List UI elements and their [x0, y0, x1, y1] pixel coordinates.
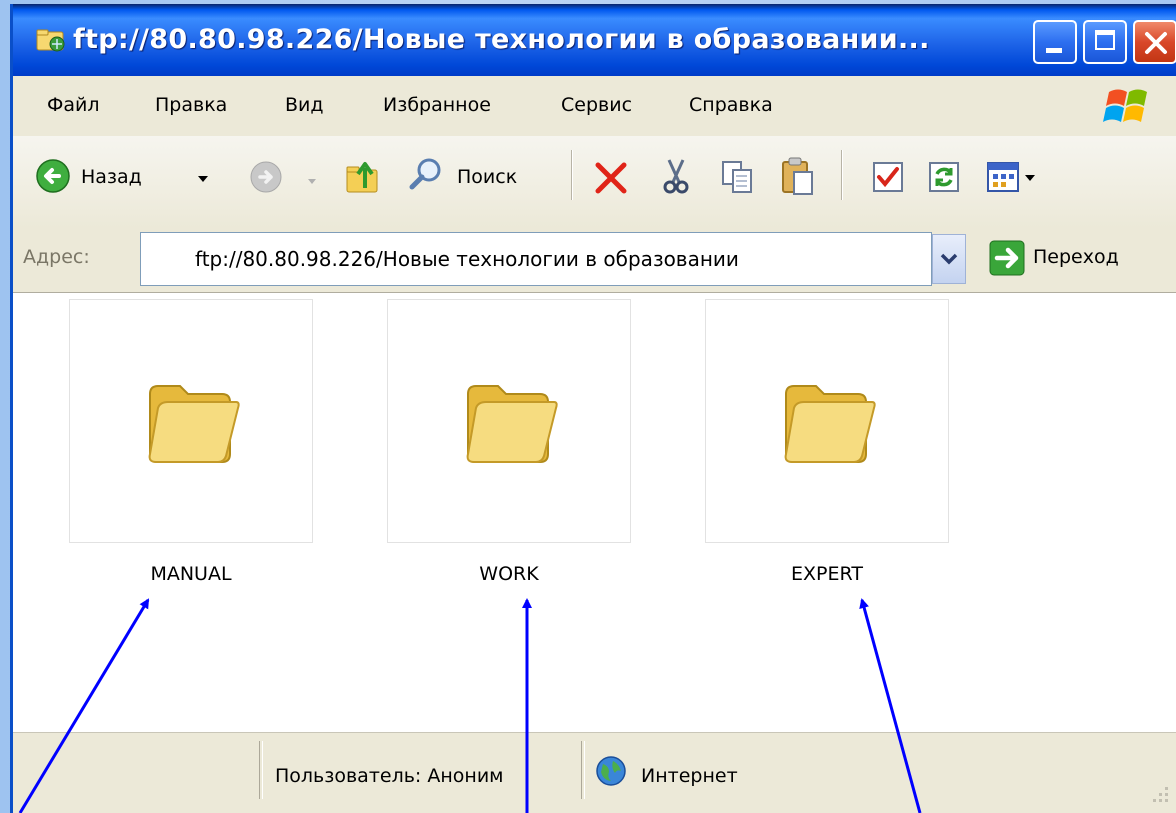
toolbar-separator — [571, 150, 573, 200]
cut-icon — [663, 159, 689, 194]
search-icon — [409, 158, 441, 190]
menu-bar: Файл Правка Вид Избранное Сервис Справка — [13, 76, 1176, 137]
folder-icon — [466, 385, 558, 463]
close-button[interactable] — [1133, 20, 1176, 64]
address-bar: Адрес: ftp://80.80.98.226/Новые технолог… — [13, 228, 1176, 293]
folder-view: MANUAL WORK EXPERT — [13, 293, 1176, 732]
status-bar: Пользователь: Аноним Интернет — [13, 732, 1176, 813]
menu-favorites[interactable]: Избранное — [383, 94, 491, 116]
menu-view[interactable]: Вид — [285, 94, 324, 116]
globe-icon — [596, 756, 626, 786]
status-zone: Интернет — [641, 765, 738, 787]
refresh-button[interactable] — [927, 160, 961, 198]
folder-icon — [784, 385, 876, 463]
minimize-icon — [1046, 48, 1062, 53]
maximize-icon — [1095, 30, 1115, 50]
properties-icon — [873, 162, 903, 192]
properties-button[interactable] — [871, 160, 905, 198]
delete-button[interactable] — [593, 160, 629, 200]
title-bar[interactable]: ftp://80.80.98.226/Новые технологии в об… — [13, 4, 1176, 76]
minimize-button[interactable] — [1033, 20, 1077, 64]
search-button[interactable]: Поиск — [407, 156, 557, 200]
cut-button[interactable] — [659, 158, 693, 200]
status-user: Пользователь: Аноним — [275, 765, 504, 787]
back-button[interactable]: Назад — [35, 158, 195, 202]
window-title: ftp://80.80.98.226/Новые технологии в об… — [73, 24, 930, 55]
folder-label-expert[interactable]: EXPERT — [705, 563, 949, 585]
menu-help[interactable]: Справка — [689, 94, 773, 116]
menu-tools[interactable]: Сервис — [561, 94, 632, 116]
resize-grip-icon[interactable] — [1143, 781, 1171, 809]
paste-icon — [782, 157, 813, 195]
standard-toolbar: Назад Поиск — [13, 136, 1176, 229]
folder-tile-work[interactable] — [387, 299, 631, 543]
paste-button[interactable] — [779, 156, 817, 200]
status-separator — [581, 741, 585, 799]
forward-dropdown[interactable] — [307, 170, 317, 189]
views-icon — [987, 162, 1035, 192]
toolbar-separator — [841, 150, 843, 200]
address-label: Адрес: — [23, 246, 90, 268]
folder-label-work[interactable]: WORK — [387, 563, 631, 585]
chevron-down-icon — [198, 176, 208, 182]
explorer-window: ftp://80.80.98.226/Новые технологии в об… — [10, 4, 1176, 813]
menu-edit[interactable]: Правка — [155, 94, 227, 116]
windows-logo-icon — [1103, 89, 1147, 122]
folder-label-manual[interactable]: MANUAL — [69, 563, 313, 585]
up-folder-button[interactable] — [343, 156, 383, 200]
folder-tile-manual[interactable] — [69, 299, 313, 543]
folder-tile-expert[interactable] — [705, 299, 949, 543]
go-button-label[interactable]: Переход — [1033, 246, 1119, 268]
maximize-button[interactable] — [1083, 20, 1127, 64]
status-separator — [259, 741, 263, 799]
forward-icon — [250, 161, 282, 193]
forward-button[interactable] — [249, 160, 283, 198]
chevron-down-icon — [308, 179, 316, 184]
views-button[interactable] — [985, 160, 1043, 198]
menu-file[interactable]: Файл — [47, 94, 100, 116]
address-input[interactable]: ftp://80.80.98.226/Новые технологии в об… — [140, 232, 932, 286]
ftp-folder-icon — [36, 29, 65, 52]
delete-icon — [595, 162, 627, 194]
copy-button[interactable] — [719, 158, 755, 200]
back-icon — [36, 159, 70, 193]
up-folder-icon — [346, 162, 378, 193]
copy-icon — [722, 161, 752, 193]
close-icon — [1145, 32, 1167, 54]
refresh-icon — [929, 162, 959, 192]
back-dropdown[interactable] — [197, 168, 209, 187]
go-arrow-icon[interactable] — [989, 240, 1025, 276]
chevron-down-icon — [940, 253, 958, 265]
address-dropdown-button[interactable] — [932, 234, 966, 284]
folder-icon — [148, 385, 240, 463]
